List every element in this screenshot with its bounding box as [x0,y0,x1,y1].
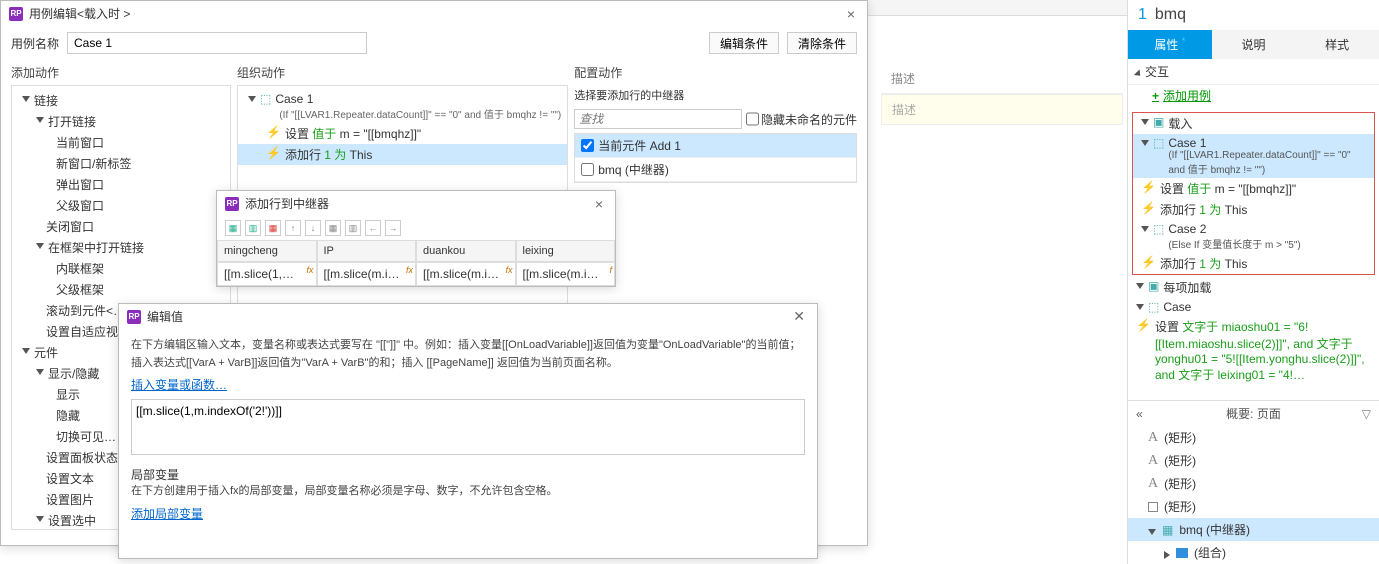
describe-label: 描述 [881,64,1123,94]
tab-style[interactable]: 样式 [1295,30,1379,59]
down-icon[interactable]: ↓ [305,220,321,236]
page-outline[interactable]: A(矩形) A(矩形) A(矩形) (矩形) ▦bmq (中继器) (组合) [1128,426,1379,564]
tab-notes[interactable]: 说明 [1212,30,1296,59]
describe-panel: 描述 描述 [877,60,1127,129]
add-case-link[interactable]: 添加用例 [1128,85,1379,106]
inspector-tabs: 属性 * 说明 样式 [1128,30,1379,59]
delete-icon[interactable]: ▦ [265,220,281,236]
tool-icon[interactable]: → [385,220,401,236]
widget-index: 1 [1138,6,1147,24]
hide-unnamed-checkbox[interactable] [746,109,759,129]
repeater-item[interactable]: bmq (中继器) [575,158,856,182]
tool-icon[interactable]: ▥ [345,220,361,236]
interactions-tree[interactable]: ▣载入 ⬚ Case 1(If "[[LVAR1.Repeater.dataCo… [1128,106,1379,400]
rp-icon: RP [225,197,239,211]
tool-icon[interactable]: ▦ [325,220,341,236]
interactions-section[interactable]: 交互 [1128,59,1379,85]
outline-item[interactable]: A(矩形) [1128,449,1379,472]
insert-var-link[interactable]: 插入变量或函数… [131,376,227,393]
edit-condition-button[interactable]: 编辑条件 [709,32,779,54]
outline-item[interactable]: ▦bmq (中继器) [1128,518,1379,541]
repeater-item[interactable]: 当前元件 Add 1 [575,134,856,158]
tool-icon[interactable]: ← [365,220,381,236]
case-name-label: 用例名称 [11,35,59,52]
add-localvar-link[interactable]: 添加局部变量 [131,505,203,522]
tab-properties[interactable]: 属性 * [1128,30,1212,59]
grid-cell[interactable]: [[m.slice(1,…fx [217,262,317,286]
add-col-icon[interactable]: ▥ [245,220,261,236]
edit-hint: 在下方编辑区输入文本，变量名称或表达式要写在 "[["]]" 中。例如：插入变量… [131,337,805,372]
configure-action-header: 配置动作 [574,64,857,85]
close-icon[interactable]: × [591,196,607,212]
edit-value-dialog: RP 编辑值 ✕ 在下方编辑区输入文本，变量名称或表达式要写在 "[["]]" … [118,303,818,559]
rp-icon: RP [127,310,141,324]
up-icon[interactable]: ↑ [285,220,301,236]
item-checkbox[interactable] [581,163,594,176]
add-rows-dialog: RP 添加行到中继器 × ▦ ▥ ▦ ↑ ↓ ▦ ▥ ← → mingcheng… [216,190,616,287]
outline-item[interactable]: (组合) [1128,541,1379,564]
add-action-header: 添加动作 [11,64,231,85]
close-icon[interactable]: × [843,6,859,22]
grid-toolbar: ▦ ▥ ▦ ↑ ↓ ▦ ▥ ← → [217,216,615,240]
search-input[interactable] [574,109,742,129]
repeater-list: 当前元件 Add 1 bmq (中继器) [574,133,857,183]
describe-field[interactable]: 描述 [881,94,1123,125]
add-rows-title: 添加行到中继器 [245,195,329,212]
localvar-header: 局部变量 [131,466,805,483]
clear-condition-button[interactable]: 清除条件 [787,32,857,54]
case-name-input[interactable] [67,32,367,54]
outline-item[interactable]: A(矩形) [1128,426,1379,449]
item-checkbox[interactable] [581,139,594,152]
select-repeater-label: 选择要添加行的中继器 [574,85,857,105]
rows-grid[interactable]: mingcheng IP duankou leixing [[m.slice(1… [217,240,615,286]
close-icon[interactable]: ✕ [789,308,809,325]
outline-item[interactable]: A(矩形) [1128,472,1379,495]
add-row-icon[interactable]: ▦ [225,220,241,236]
inspector-panel: 1 bmq 属性 * 说明 样式 交互 添加用例 ▣载入 ⬚ Case 1(If… [1127,0,1379,564]
outline-item[interactable]: (矩形) [1128,495,1379,518]
organize-action-header: 组织动作 [237,64,568,85]
value-textarea[interactable]: [[m.slice(1,m.indexOf('2!'))]] [131,399,805,455]
case-dialog-title: 用例编辑<载入时 > [29,5,130,22]
grid-cell[interactable]: [[m.slice(m.i…fx [416,262,516,286]
outline-header[interactable]: « 概要: 页面 ▽ [1128,400,1379,426]
localvar-hint: 在下方创建用于插入fx的局部变量，局部变量名称必须是字母、数字，不允许包含空格。 [131,483,805,501]
widget-name[interactable]: bmq [1155,6,1186,24]
grid-cell[interactable]: [[m.slice(m.i…fx [317,262,417,286]
grid-cell[interactable]: [[m.slice(m.i…f [516,262,616,286]
edit-value-title: 编辑值 [147,308,183,325]
rp-icon: RP [9,7,23,21]
